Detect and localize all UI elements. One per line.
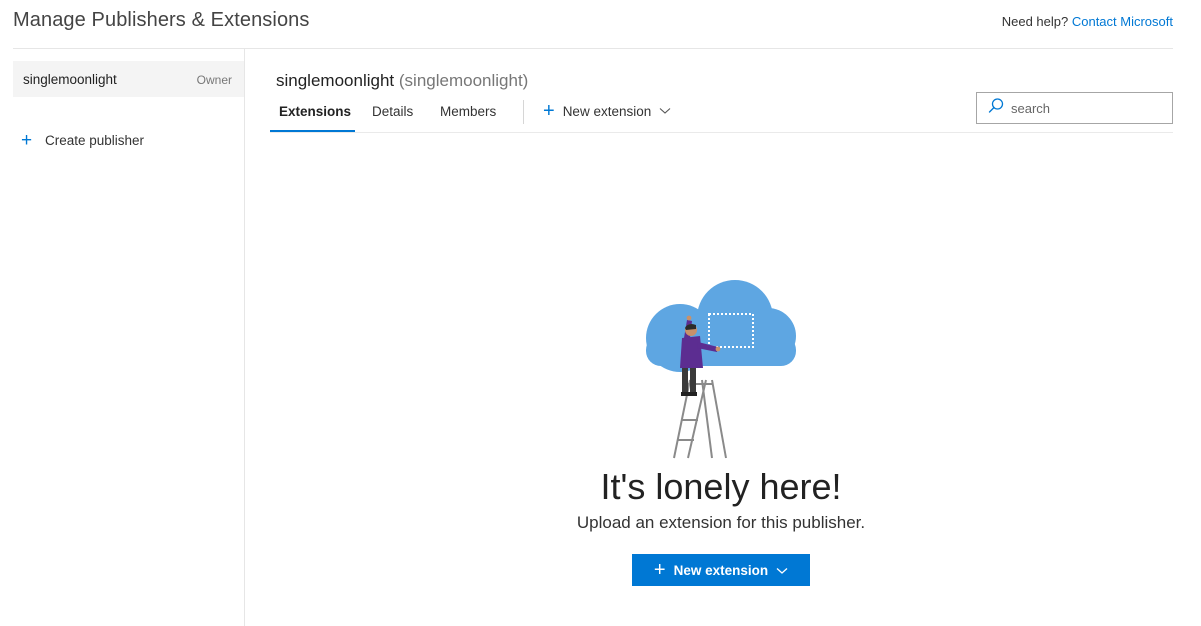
tab-members[interactable]: Members <box>440 104 496 119</box>
new-extension-menu[interactable]: + New extension <box>543 101 671 121</box>
page-title: Manage Publishers & Extensions <box>13 9 310 31</box>
contact-microsoft-link[interactable]: Contact Microsoft <box>1072 14 1173 29</box>
plus-icon: + <box>21 129 33 151</box>
sidebar-item-publisher[interactable]: singlemoonlight Owner <box>13 61 244 97</box>
publisher-heading: singlemoonlight (singlemoonlight) <box>276 71 528 91</box>
tab-separator <box>523 100 524 124</box>
sidebar: singlemoonlight Owner + Create publisher <box>13 49 245 626</box>
empty-state-illustration <box>640 280 800 460</box>
chevron-down-icon <box>659 102 671 120</box>
tab-extensions[interactable]: Extensions <box>279 104 351 119</box>
plus-icon: + <box>543 100 555 122</box>
new-extension-label: New extension <box>562 103 652 119</box>
publisher-heading-id: (singlemoonlight) <box>398 71 529 90</box>
search-input[interactable] <box>1011 100 1171 116</box>
empty-state-title: It's lonely here! <box>600 466 842 507</box>
create-publisher-label: Create publisher <box>45 132 145 148</box>
search-box[interactable] <box>976 92 1173 124</box>
plus-icon: + <box>653 559 666 581</box>
create-publisher-button[interactable]: + Create publisher <box>21 130 144 150</box>
tab-details[interactable]: Details <box>372 104 413 119</box>
active-tab-indicator <box>270 130 355 132</box>
empty-state-subtitle: Upload an extension for this publisher. <box>576 513 866 532</box>
publisher-heading-name: singlemoonlight <box>276 71 395 90</box>
search-icon <box>987 97 1005 120</box>
chevron-down-icon <box>776 563 788 578</box>
publisher-name: singlemoonlight <box>23 72 117 87</box>
cloud-shape <box>646 280 796 372</box>
new-extension-button-label: New extension <box>673 562 769 578</box>
help-text: Need help? <box>1001 14 1069 29</box>
publisher-role: Owner <box>196 73 232 87</box>
new-extension-button[interactable]: + New extension <box>632 554 810 586</box>
help-area: Need help? Contact Microsoft <box>1002 14 1173 29</box>
